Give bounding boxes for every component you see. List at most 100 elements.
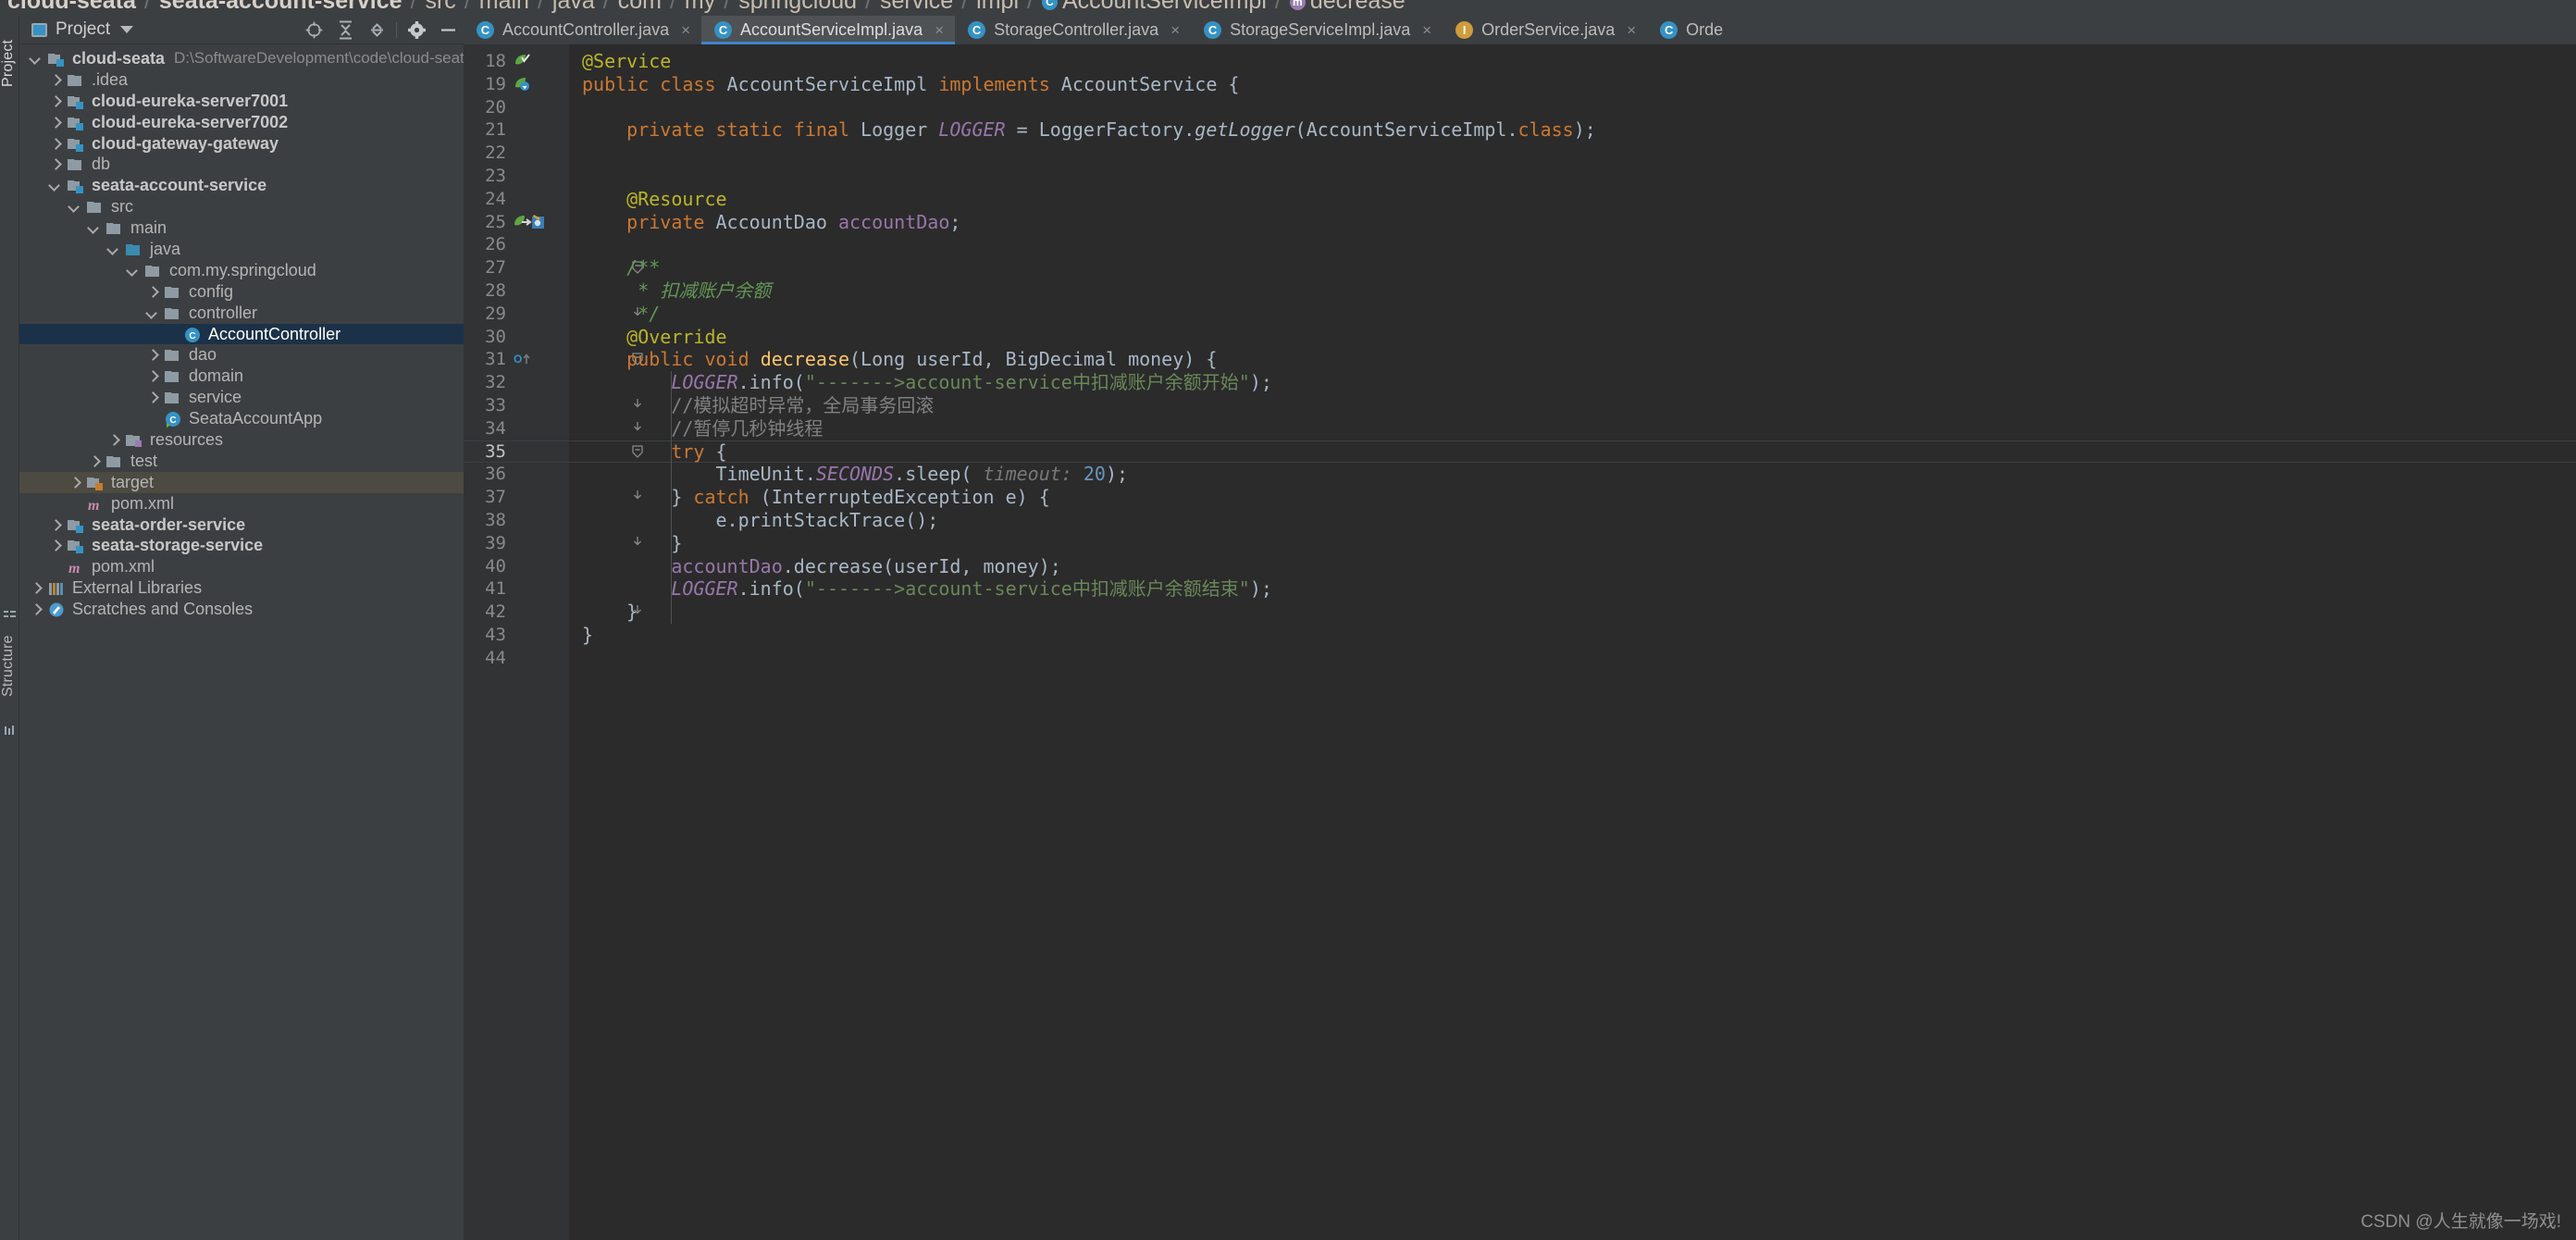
code-line-19: public class AccountServiceImpl implemen… <box>582 73 1239 96</box>
tree-toggle-right-icon[interactable] <box>48 137 62 151</box>
code-text[interactable]: @Service public class AccountServiceImpl … <box>569 44 2576 1240</box>
tree-item-dao[interactable]: dao <box>19 344 464 366</box>
tree-item-resources[interactable]: resources <box>19 429 464 451</box>
editor-gutter[interactable]: 18 19 20 21 22 23 24 25 26 27 28 29 30 31 O 32 33 34 35 36 3… <box>464 44 545 1240</box>
editor-tab-orderservice-java[interactable]: I OrderService.java × <box>1443 16 1647 44</box>
tree-item-scratches-and-consoles[interactable]: Scratches and Consoles <box>19 599 464 620</box>
tree-item-pom-xml[interactable]: m pom.xml <box>19 556 464 577</box>
tree-toggle-down-icon[interactable] <box>145 306 159 320</box>
tree-item-config[interactable]: config <box>19 281 464 303</box>
close-icon[interactable]: × <box>1627 21 1636 40</box>
tree-toggle-down-icon[interactable] <box>106 242 120 256</box>
breadcrumb-item-cloud-seata[interactable]: cloud-seata <box>7 0 136 14</box>
editor-tab-accountserviceimpl-java[interactable]: C AccountServiceImpl.java × <box>701 16 956 44</box>
breadcrumb-item-service[interactable]: service <box>880 0 953 14</box>
close-icon[interactable]: × <box>1422 21 1431 40</box>
editor-tab-storageserviceimpl-java[interactable]: C StorageServiceImpl.java × <box>1191 16 1443 44</box>
gutter-green-bean-arrow-icon[interactable] <box>514 214 549 235</box>
hide-icon[interactable] <box>432 16 464 44</box>
code-token: ); <box>1573 118 1596 142</box>
gutter-override-arrow-icon[interactable]: O <box>514 351 532 372</box>
tree-toggle-right-icon[interactable] <box>68 476 81 490</box>
gear-icon[interactable] <box>401 16 432 44</box>
line-number: 21 <box>485 119 506 141</box>
editor-tab-bar[interactable]: C AccountController.java × C AccountServiceI… <box>464 16 2576 44</box>
tree-item-accountcontroller[interactable]: C AccountController <box>19 323 464 345</box>
locate-icon[interactable] <box>298 16 329 44</box>
tree-toggle-right-icon[interactable] <box>87 454 101 468</box>
tree-item-db[interactable]: db <box>19 154 464 175</box>
tree-toggle-right-icon[interactable] <box>145 369 159 383</box>
tree-item-main[interactable]: main <box>19 217 464 239</box>
project-tree[interactable]: cloud-seata D:\SoftwareDevelopment\code\c… <box>19 44 464 1240</box>
tree-toggle-right-icon[interactable] <box>145 348 159 362</box>
tree-item-target[interactable]: target <box>19 471 464 493</box>
tree-item-pom-xml[interactable]: m pom.xml <box>19 493 464 515</box>
code-token: accountDao <box>837 210 950 233</box>
tree-item-seataaccountapp[interactable]: C SeataAccountApp <box>19 408 464 429</box>
sidebar-tab-project[interactable]: Project <box>0 21 19 105</box>
class-icon: C <box>1204 21 1222 39</box>
breadcrumb-item-seata-account-service[interactable]: seata-account-service <box>159 0 402 14</box>
breadcrumb-item-springcloud[interactable]: springcloud <box>738 0 857 14</box>
editor-fold-gutter[interactable] <box>545 44 643 1240</box>
tree-item-seata-account-service[interactable]: seata-account-service <box>19 175 464 196</box>
breadcrumb-item-main[interactable]: main <box>479 0 529 14</box>
breadcrumb-item-decrease[interactable]: m decrease <box>1289 0 1406 14</box>
tree-toggle-down-icon[interactable] <box>29 52 43 66</box>
close-icon[interactable]: × <box>1170 21 1180 40</box>
project-title-group[interactable]: Project <box>19 19 134 40</box>
bookmarks-icon[interactable] <box>4 725 16 737</box>
tree-toggle-right-icon[interactable] <box>48 157 62 171</box>
tree-toggle-right-icon[interactable] <box>106 433 120 447</box>
editor-tab-accountcontroller-java[interactable]: C AccountController.java × <box>464 16 701 44</box>
code-token: catch <box>693 486 761 509</box>
breadcrumb-item-com[interactable]: com <box>618 0 662 14</box>
gutter-green-bean-override-icon[interactable] <box>514 76 530 97</box>
expand-all-icon[interactable] <box>329 16 361 44</box>
tree-toggle-down-icon[interactable] <box>87 221 101 235</box>
tree-item-com-my-springcloud[interactable]: com.my.springcloud <box>19 260 464 281</box>
close-icon[interactable]: × <box>681 21 690 40</box>
chevron-down-icon[interactable] <box>120 26 134 33</box>
breadcrumb-item-src[interactable]: src <box>425 0 455 14</box>
tree-toggle-right-icon[interactable] <box>29 581 43 595</box>
tree-toggle-down-icon[interactable] <box>48 179 62 192</box>
editor-tab-storagecontroller-java[interactable]: C StorageController.java × <box>955 16 1191 44</box>
tree-item--idea[interactable]: .idea <box>19 69 464 91</box>
tree-item-controller[interactable]: controller <box>19 303 464 324</box>
tree-item-domain[interactable]: domain <box>19 366 464 387</box>
tree-toggle-right-icon[interactable] <box>48 73 62 87</box>
tree-toggle-right-icon[interactable] <box>48 518 62 532</box>
tree-toggle-right-icon[interactable] <box>29 602 43 616</box>
tree-item-cloud-eureka-server7001[interactable]: cloud-eureka-server7001 <box>19 91 464 112</box>
tree-item-service[interactable]: service <box>19 387 464 408</box>
collapse-all-icon[interactable] <box>361 16 392 44</box>
tree-item-cloud-eureka-server7002[interactable]: cloud-eureka-server7002 <box>19 112 464 133</box>
gutter-green-bean-check-icon[interactable] <box>514 53 530 74</box>
sidebar-tab-structure[interactable]: Structure <box>0 615 19 717</box>
tree-toggle-down-icon[interactable] <box>126 264 140 278</box>
tree-item-test[interactable]: test <box>19 451 464 472</box>
tree-item-seata-order-service[interactable]: seata-order-service <box>19 515 464 536</box>
tree-item-seata-storage-service[interactable]: seata-storage-service <box>19 535 464 556</box>
tree-toggle-down-icon[interactable] <box>68 200 81 214</box>
editor-tab-orde[interactable]: C Orde <box>1647 16 1734 44</box>
tree-item-cloud-gateway-gateway[interactable]: cloud-gateway-gateway <box>19 133 464 155</box>
tree-item-java[interactable]: java <box>19 239 464 260</box>
tree-toggle-right-icon[interactable] <box>48 116 62 130</box>
editor-code-area[interactable]: 18 19 20 21 22 23 24 25 26 27 28 29 30 31 O 32 33 34 35 36 3… <box>464 44 2576 1240</box>
breadcrumb-item-impl[interactable]: impl <box>976 0 1019 14</box>
tree-toggle-right-icon[interactable] <box>145 285 159 299</box>
tree-toggle-right-icon[interactable] <box>48 94 62 108</box>
tree-item-external-libraries[interactable]: External Libraries <box>19 577 464 599</box>
close-icon[interactable]: × <box>935 21 944 40</box>
tree-toggle-right-icon[interactable] <box>145 391 159 404</box>
breadcrumb-item-java[interactable]: java <box>552 0 595 14</box>
tree-toggle-right-icon[interactable] <box>48 539 62 552</box>
tree-item-src[interactable]: src <box>19 196 464 217</box>
tree-item-cloud-seata[interactable]: cloud-seata D:\SoftwareDevelopment\code\c… <box>19 48 464 69</box>
breadcrumb-item-my[interactable]: my <box>685 0 715 14</box>
breadcrumb-item-accountserviceimpl[interactable]: C AccountServiceImpl <box>1041 0 1267 14</box>
code-line-36: TimeUnit.SECONDS.sleep( timeout: 20); <box>582 463 1128 486</box>
